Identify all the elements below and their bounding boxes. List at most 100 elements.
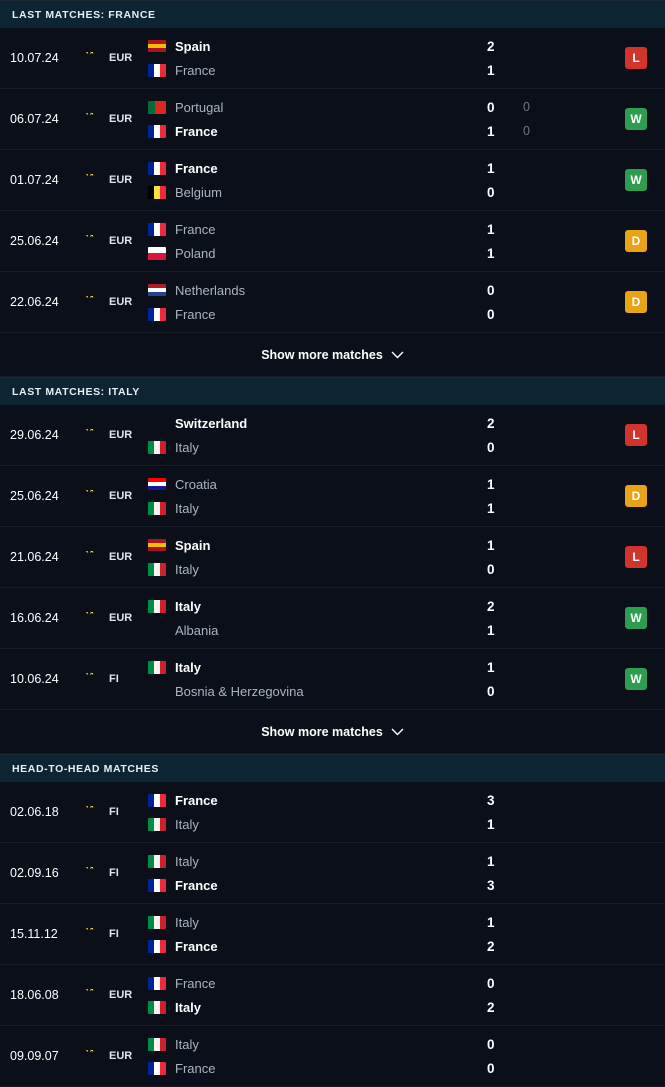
away-team-flag-icon [148,501,166,515]
match-row[interactable]: 02.06.18★★★FIFranceItaly31 [0,782,665,843]
match-row[interactable]: 29.06.24★★★EURSwitzerlandItaly20L [0,405,665,466]
home-team-name: Italy [175,659,202,675]
match-row[interactable]: 02.09.16★★★FIItalyFrance13 [0,843,665,904]
competition: ★★★ EUR [86,405,148,465]
home-team: Italy [148,594,487,618]
home-team-flag-icon [148,477,166,491]
away-team-flag-icon [148,562,166,576]
away-team-flag-icon [148,817,166,831]
home-team-flag-icon [148,161,166,175]
match-row[interactable]: 10.07.24★★★EURSpainFrance21L [0,28,665,89]
competition-label: FI [109,806,119,818]
home-team: Spain [148,533,487,557]
teams: France Italy [148,965,487,1025]
home-score-line: 2 [487,34,607,58]
away-score-line: 1 [487,241,607,265]
result-cell: D [607,272,665,332]
match-row[interactable]: 01.07.24★★★EURFranceBelgium10W [0,150,665,211]
home-score: 0 [487,99,495,115]
competition-flag-icon: ★★★ [86,867,95,871]
match-row[interactable]: 15.11.12★★★FIItalyFrance12 [0,904,665,965]
home-team-flag-icon [148,283,166,297]
home-score: 2 [487,415,495,431]
result-cell: W [607,89,665,149]
home-team-name: Netherlands [175,282,246,298]
competition-flag-icon: ★★★ [86,235,95,239]
home-team-flag-icon [148,222,166,236]
result-badge: L [625,47,647,69]
match-row[interactable]: 06.07.24★★★EURPortugalFrance0010W [0,89,665,150]
result-cell [607,782,665,842]
home-score: 2 [487,38,495,54]
teams: Portugal France [148,89,487,149]
teams: France Italy [148,782,487,842]
competition: ★★★ FI [86,843,148,903]
scores: 00 [487,272,607,332]
home-score: 0 [487,1036,495,1052]
home-team: Switzerland [148,411,487,435]
competition-label: EUR [109,989,133,1001]
away-score-line: 1 [487,812,607,836]
scores: 02 [487,965,607,1025]
match-date: 02.06.18 [10,805,59,819]
away-team: Poland [148,241,487,265]
match-row[interactable]: 22.06.24★★★EURNetherlandsFrance00D [0,272,665,333]
teams: Italy ⚑ Albania [148,588,487,648]
result-cell: L [607,527,665,587]
competition-label: EUR [109,551,133,563]
competition: ★★★ EUR [86,89,148,149]
match-row[interactable]: 25.06.24★★★EURCroatiaItaly11D [0,466,665,527]
competition-flag-icon: ★★★ [86,296,95,300]
away-team: Italy [148,496,487,520]
home-score: 1 [487,853,495,869]
scores: 20 [487,405,607,465]
home-score: 1 [487,659,495,675]
away-score-line: 3 [487,873,607,897]
teams: Spain Italy [148,527,487,587]
competition-flag-icon: ★★★ [86,490,95,494]
competition: ★★★ EUR [86,527,148,587]
result-cell: W [607,588,665,648]
away-team: Italy [148,995,487,1019]
competition-flag-icon: ★★★ [86,52,95,56]
competition-flag-icon: ★★★ [86,113,95,117]
away-score-line: 0 [487,1056,607,1080]
away-team-flag-icon [148,939,166,953]
away-score-line: 2 [487,995,607,1019]
home-score-line: 1 [487,156,607,180]
home-score-line: 1 [487,217,607,241]
competition-label: EUR [109,52,133,64]
home-score-line: 3 [487,788,607,812]
away-team-flag-icon [148,307,166,321]
section-head-to-head-matches: HEAD-TO-HEAD MATCHES02.06.18★★★FIFranceI… [0,754,665,1087]
match-date: 25.06.24 [10,489,59,503]
teams: France Belgium [148,150,487,210]
show-more-matches-button[interactable]: Show more matches [0,333,665,377]
away-score: 1 [487,500,495,516]
home-score-line: 0 [487,1032,607,1056]
away-team-name: Italy [175,439,199,455]
away-score: 2 [487,938,495,954]
away-team-flag-icon [148,246,166,260]
away-team-name: Italy [175,500,199,516]
match-row[interactable]: 16.06.24★★★EURItaly⚑Albania21W [0,588,665,649]
away-score: 1 [487,62,495,78]
away-score: 1 [487,622,495,638]
away-team-flag-icon [148,878,166,892]
competition: ★★★ EUR [86,1026,148,1086]
competition-label: EUR [109,113,133,125]
show-more-matches-button[interactable]: Show more matches [0,710,665,754]
competition: ★★★ EUR [86,466,148,526]
away-team: Italy [148,557,487,581]
home-score-line: 0 [487,278,607,302]
match-row[interactable]: 10.06.24★★★FIItalyBosnia & Herzegovina10… [0,649,665,710]
away-team-name: France [175,306,216,322]
match-row[interactable]: 09.09.07★★★EURItalyFrance00 [0,1026,665,1087]
match-row[interactable]: 18.06.08★★★EURFranceItaly02 [0,965,665,1026]
match-row[interactable]: 25.06.24★★★EURFrancePoland11D [0,211,665,272]
home-team: Italy [148,910,487,934]
home-team-flag-icon [148,100,166,114]
away-score-line: 0 [487,435,607,459]
home-team: Italy [148,849,487,873]
match-row[interactable]: 21.06.24★★★EURSpainItaly10L [0,527,665,588]
